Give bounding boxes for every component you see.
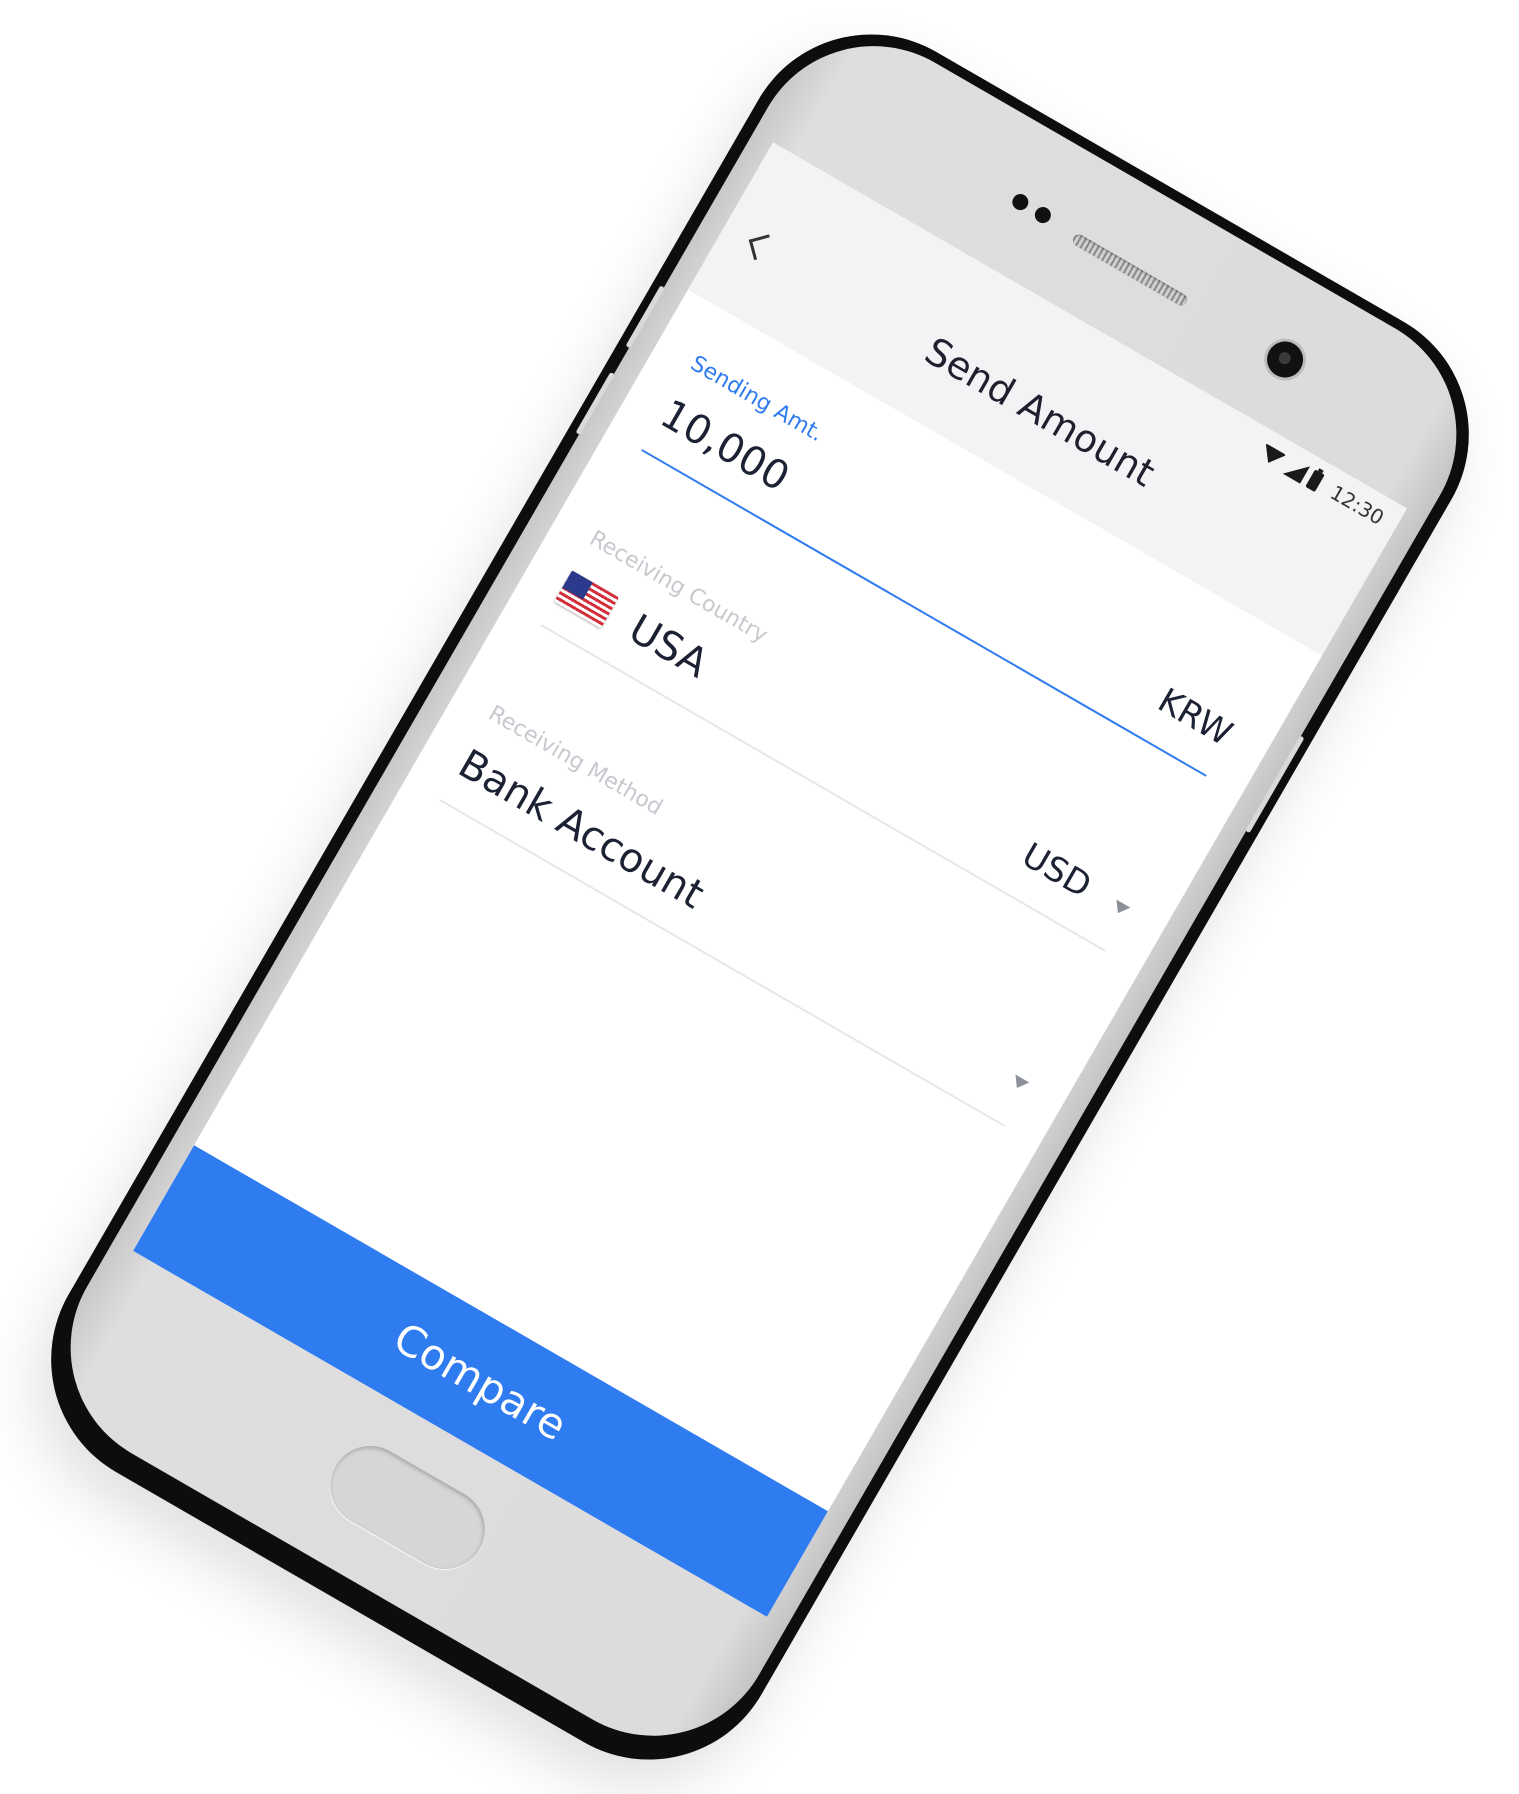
wifi-icon [1258, 443, 1287, 470]
cellular-signal-icon [1283, 456, 1311, 484]
phone-device: 12:30 Send Amount Sending Amt. 10,000 KR… [3, 0, 1517, 1794]
proximity-sensor [1009, 191, 1032, 213]
method-dropdown-icon[interactable] [1010, 1074, 1030, 1092]
app-stage: 12:30 Send Amount Sending Amt. 10,000 KR… [0, 0, 1519, 1794]
receiving-currency: USD [1015, 835, 1098, 907]
home-button[interactable] [315, 1431, 500, 1584]
us-flag-icon [554, 570, 619, 629]
earpiece-speaker [1070, 232, 1190, 308]
status-time: 12:30 [1326, 480, 1389, 530]
sending-currency: KRW [1151, 680, 1239, 755]
status-bar: 12:30 [1256, 440, 1388, 530]
light-sensor [1031, 204, 1054, 226]
phone-body: 12:30 Send Amount Sending Amt. 10,000 KR… [25, 1, 1502, 1781]
country-dropdown-icon[interactable] [1111, 899, 1131, 917]
battery-icon [1305, 469, 1326, 493]
front-camera-icon [1260, 334, 1310, 385]
app-screen: 12:30 Send Amount Sending Amt. 10,000 KR… [133, 142, 1407, 1617]
